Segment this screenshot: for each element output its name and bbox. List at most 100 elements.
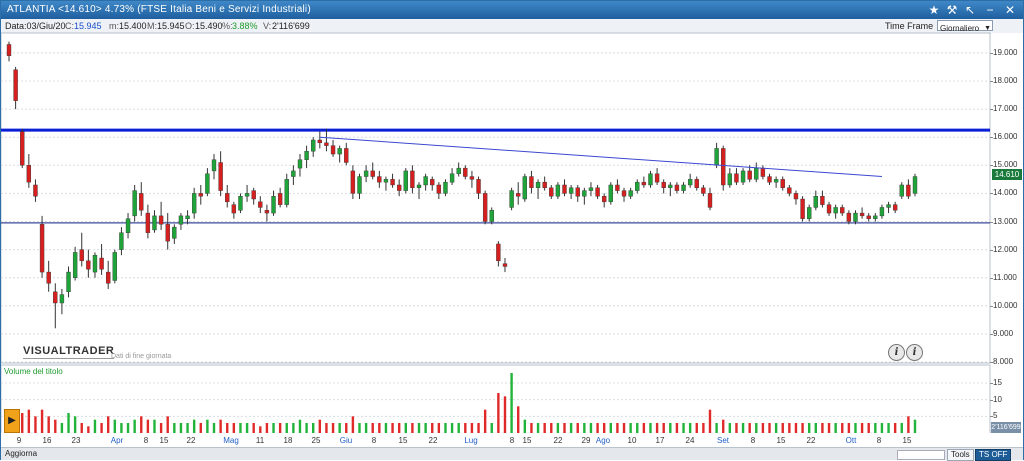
x-tick-label: Giu	[339, 436, 353, 445]
volume-bar	[351, 416, 355, 433]
chart-canvas[interactable]	[1, 1, 1023, 433]
candle-body	[26, 165, 32, 183]
volume-bar	[397, 423, 401, 433]
volume-bar	[173, 423, 176, 433]
candle-body	[410, 170, 415, 188]
candle-body	[145, 212, 151, 233]
candle-body	[833, 207, 838, 214]
volume-bar	[411, 423, 414, 433]
volume-bar	[331, 423, 335, 433]
volume-bar	[543, 423, 546, 433]
volume-bar	[192, 419, 196, 433]
info-icon[interactable]: i	[888, 344, 905, 361]
volume-bar	[120, 423, 123, 433]
volume-bar	[292, 423, 295, 433]
volume-bar	[464, 423, 467, 433]
candle-body	[674, 184, 680, 191]
volume-bar	[735, 423, 738, 433]
volume-bar	[259, 426, 262, 433]
candle-body	[754, 167, 759, 180]
candle-body	[668, 184, 673, 188]
volume-bar	[265, 423, 269, 433]
volume-bar	[556, 423, 560, 433]
info-icon-2[interactable]: i	[906, 344, 923, 361]
price-tick-label: 19.000	[989, 47, 1018, 57]
candle-body	[727, 173, 733, 186]
volume-bar	[655, 423, 659, 433]
x-tick-label: 8	[143, 436, 149, 445]
volume-bar	[450, 423, 454, 433]
volume-bar	[860, 423, 864, 433]
candle-body	[357, 176, 362, 194]
volume-bar	[642, 423, 646, 433]
volume-bar	[424, 423, 427, 433]
candle-body	[707, 193, 713, 208]
candle-body	[218, 162, 223, 191]
volume-bar	[887, 423, 890, 433]
candle-body	[575, 187, 580, 197]
candle-body	[443, 181, 448, 194]
tools-button[interactable]: Tools	[947, 449, 974, 461]
candle-body	[661, 181, 666, 188]
volume-bar	[384, 423, 388, 433]
candle-body	[456, 167, 461, 174]
volume-bar	[629, 423, 632, 433]
volume-bar	[470, 423, 474, 433]
side-panel-handle[interactable]: ▶	[4, 409, 20, 433]
refresh-label[interactable]: Aggiorna	[5, 449, 37, 458]
candle-body	[807, 207, 812, 219]
volume-bar	[576, 423, 579, 433]
volume-bar	[821, 423, 824, 433]
volume-bar	[54, 419, 57, 433]
volume-bar	[755, 423, 758, 433]
candle-body	[363, 170, 369, 177]
candle-body	[370, 170, 375, 177]
candle-body	[687, 179, 693, 186]
brand-logo: VISUALTRADER	[23, 345, 115, 359]
candle-body	[92, 255, 98, 273]
candle-body	[198, 193, 203, 197]
candle-body	[648, 173, 653, 186]
candle-body	[866, 215, 871, 219]
candle-body	[430, 179, 435, 186]
ts-off-button[interactable]: TS OFF	[975, 449, 1012, 461]
price-tick-label: 10.000	[989, 300, 1018, 310]
price-axis: 19.000 18.000 17.000 16.000 15.000 14.000 13.0…	[989, 33, 1023, 366]
candle-body	[734, 173, 739, 183]
volume-bar	[550, 423, 553, 433]
volume-bar	[318, 419, 322, 433]
candle-body	[740, 170, 746, 183]
candle-body	[152, 215, 157, 231]
x-tick-label: 18	[283, 436, 293, 445]
candle-body	[760, 167, 766, 177]
volume-bar	[153, 419, 156, 433]
x-tick-label: 9	[16, 436, 22, 445]
volume-bar	[874, 423, 877, 433]
volume-bar	[140, 416, 143, 433]
x-tick-label: 29	[581, 436, 591, 445]
volume-bar	[708, 409, 712, 433]
x-tick-label: 15	[522, 436, 532, 445]
volume-bar	[285, 423, 288, 433]
candle-body	[390, 179, 395, 186]
volume-bar	[563, 423, 566, 433]
x-tick-label: 17	[655, 436, 665, 445]
candle-body	[787, 187, 792, 194]
candle-body	[396, 184, 402, 191]
volume-bar	[510, 373, 513, 433]
candle-body	[238, 196, 243, 211]
volume-tick-label: 5	[989, 411, 998, 421]
volume-bar	[768, 423, 771, 433]
candle-body	[522, 176, 528, 200]
chart-scrollbar[interactable]	[897, 450, 945, 460]
candle-body	[886, 204, 891, 208]
candle-body	[449, 173, 455, 183]
x-tick-label: 8	[750, 436, 756, 445]
volume-bar	[589, 423, 593, 433]
volume-bar	[907, 416, 910, 433]
volume-label: Volume del titolo	[4, 367, 63, 376]
candle-body	[846, 212, 852, 222]
candle-body	[549, 187, 554, 197]
volume-bar	[358, 423, 361, 433]
x-tick-label: Set	[716, 436, 730, 445]
